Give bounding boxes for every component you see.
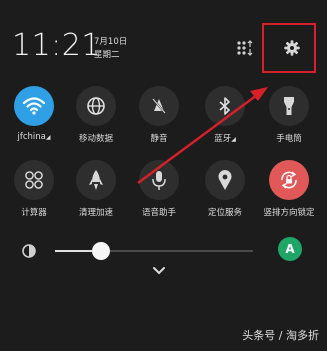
chevron-down-icon[interactable] [152,266,166,276]
auto-brightness-button[interactable]: A [278,237,302,261]
brightness-icon [20,242,38,260]
watermark-text: 头条号 / 淘多折 [242,329,319,342]
brightness-slider-thumb[interactable] [91,242,110,260]
brightness-slider-track[interactable] [55,250,253,252]
annotation-arrow [137,87,268,184]
